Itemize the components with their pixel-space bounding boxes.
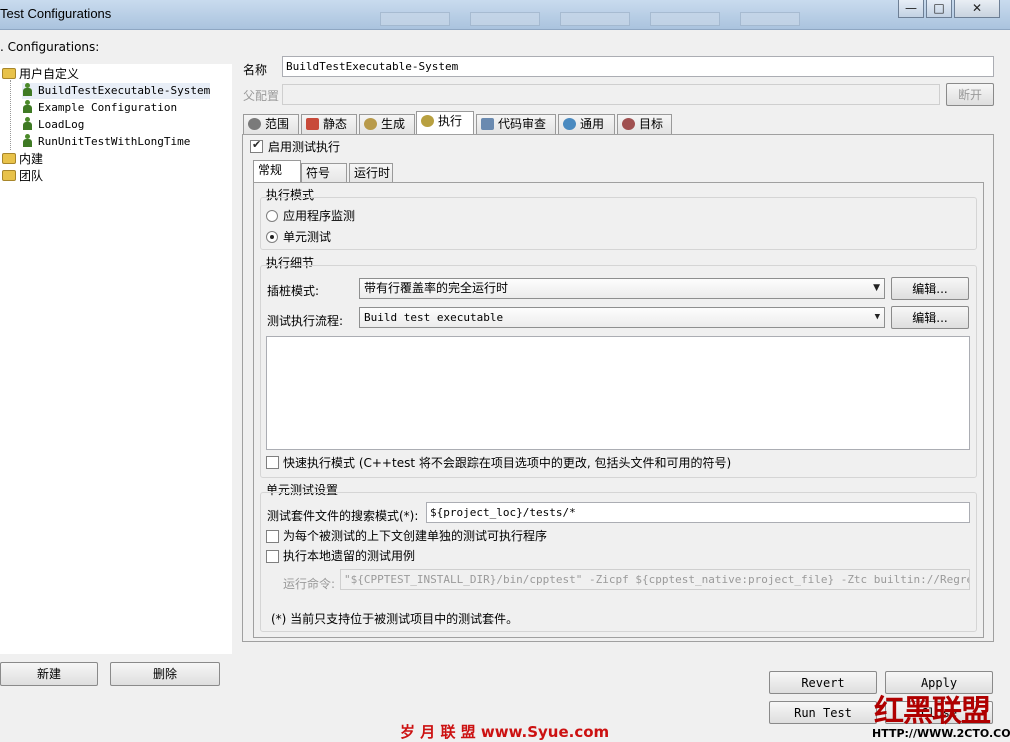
tab-code-review[interactable]: 代码审查 — [476, 114, 556, 134]
folder-icon — [2, 68, 16, 79]
app-monitoring-radio[interactable] — [266, 210, 278, 222]
target-icon — [622, 118, 635, 130]
dropdown-arrow-icon: ▼ — [873, 283, 880, 293]
enable-test-execution-checkbox[interactable] — [250, 138, 263, 153]
tree-folder-user-defined[interactable]: 用户自定义 — [2, 66, 79, 82]
test-suite-search-label: 测试套件文件的搜索模式(*): — [267, 509, 419, 523]
run-command-label: 运行命令: — [283, 577, 336, 591]
edit-instrumentation-button[interactable]: 编辑... — [891, 277, 969, 300]
tab-generate[interactable]: 生成 — [359, 114, 415, 134]
background-window-ghost — [470, 12, 540, 26]
static-analysis-icon — [306, 118, 319, 130]
test-execution-flow-select[interactable]: Build test executable ▼ — [359, 307, 885, 328]
configuration-icon — [22, 134, 33, 147]
background-window-ghost — [650, 12, 720, 26]
tree-item-example-configuration[interactable]: Example Configuration — [22, 100, 177, 116]
flow-description-area — [266, 336, 970, 450]
parent-config-label: 父配置 — [243, 89, 280, 103]
watermark-syue: 岁 月 联 盟 www.Syue.com — [400, 723, 610, 741]
fast-execution-checkbox[interactable] — [266, 456, 279, 469]
parent-config-field[interactable] — [282, 84, 940, 105]
subtab-runtime[interactable]: 运行时 — [349, 163, 393, 182]
tree-folder-builtin[interactable]: 内建 — [2, 151, 43, 167]
unit-test-radio[interactable] — [266, 231, 278, 243]
background-window-ghost — [740, 12, 800, 26]
tab-scope[interactable]: 范围 — [243, 114, 299, 134]
subtab-symbols[interactable]: 符号 — [301, 163, 347, 182]
maximize-button[interactable]: □ — [926, 0, 952, 18]
run-test-button[interactable]: Run Test — [769, 701, 877, 724]
configuration-tree: 用户自定义 BuildTestExecutable-System Example… — [0, 64, 232, 654]
generate-icon — [364, 118, 377, 130]
separate-executable-label: 为每个被测试的上下文创建单独的测试可执行程序 — [283, 529, 548, 543]
instrumentation-mode-label: 插桩模式: — [267, 284, 320, 298]
tab-static[interactable]: 静态 — [301, 114, 357, 134]
revert-button[interactable]: Revert — [769, 671, 877, 694]
subtab-general[interactable]: 常规 — [253, 160, 301, 183]
tab-execution[interactable]: 执行 — [416, 111, 474, 135]
run-command-field[interactable]: "${CPPTEST_INSTALL_DIR}/bin/cpptest" -Zi… — [340, 569, 970, 590]
enable-test-execution-label: 启用测试执行 — [268, 140, 341, 154]
disconnect-button[interactable]: 断开 — [946, 83, 994, 106]
dropdown-arrow-icon: ▼ — [874, 312, 880, 322]
instrumentation-mode-select[interactable]: 带有行覆盖率的完全运行时 ▼ — [359, 278, 885, 299]
separate-executable-checkbox[interactable] — [266, 530, 279, 543]
background-window-ghost — [560, 12, 630, 26]
test-suite-search-field[interactable]: ${project_loc}/tests/* — [426, 502, 970, 523]
edit-flow-button[interactable]: 编辑... — [891, 306, 969, 329]
close-window-button[interactable]: ✕ — [954, 0, 1000, 18]
name-field[interactable]: BuildTestExecutable-System — [282, 56, 994, 77]
legacy-tests-label: 执行本地遗留的测试用例 — [283, 549, 416, 563]
execution-mode-group — [260, 197, 977, 250]
tab-common[interactable]: 通用 — [558, 114, 615, 134]
tree-item-loadlog[interactable]: LoadLog — [22, 117, 84, 133]
test-execution-flow-label: 测试执行流程: — [267, 314, 344, 328]
unit-test-label: 单元测试 — [283, 230, 332, 244]
tab-target[interactable]: 目标 — [617, 114, 672, 134]
configuration-icon — [22, 117, 33, 130]
watermark-url: HTTP://WWW.2CTO.COM — [872, 727, 1010, 740]
delete-button[interactable]: 删除 — [110, 662, 220, 686]
legacy-tests-checkbox[interactable] — [266, 550, 279, 563]
tree-item-rununittest[interactable]: RunUnitTestWithLongTime — [22, 134, 190, 150]
configuration-icon — [22, 100, 33, 113]
folder-icon — [2, 170, 16, 181]
title-bar: Test Configurations — □ ✕ — [0, 0, 1010, 30]
window-title: Test Configurations — [0, 6, 112, 21]
configurations-header: . Configurations: — [0, 40, 100, 54]
minimize-button[interactable]: — — [898, 0, 924, 18]
name-label: 名称 — [243, 63, 268, 77]
configuration-icon — [22, 83, 33, 96]
fast-execution-label: 快速执行模式 (C++test 将不会跟踪在项目选项中的更改, 包括头文件和可用… — [283, 456, 732, 470]
app-monitoring-label: 应用程序监测 — [283, 209, 356, 223]
common-icon — [563, 118, 576, 130]
folder-icon — [2, 153, 16, 164]
new-button[interactable]: 新建 — [0, 662, 98, 686]
watermark-brand-logo: 红黑联盟 — [874, 694, 991, 729]
tree-folder-team[interactable]: 团队 — [2, 168, 43, 184]
execution-icon — [421, 115, 434, 127]
background-window-ghost — [380, 12, 450, 26]
magnifier-icon — [248, 118, 261, 130]
code-review-icon — [481, 118, 494, 130]
tree-item-buildtestexecutable[interactable]: BuildTestExecutable-System — [22, 83, 211, 99]
footnote-text: (*) 当前只支持位于被测试项目中的测试套件。 — [271, 612, 519, 626]
